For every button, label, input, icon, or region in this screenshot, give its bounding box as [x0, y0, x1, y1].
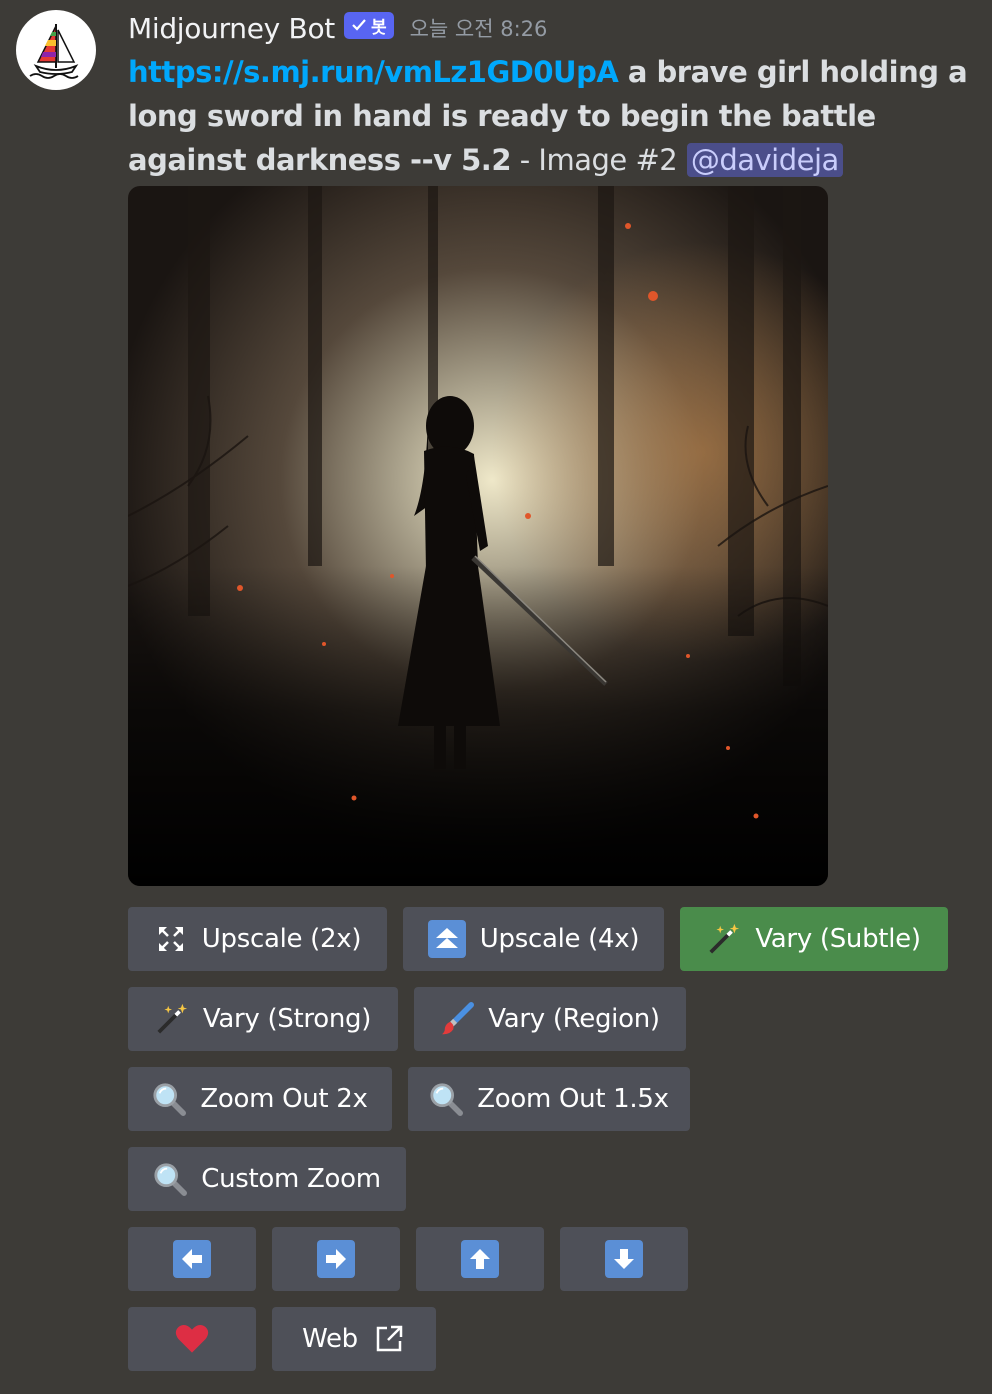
magic-wand-icon [707, 922, 741, 956]
sailboat-logo-icon [29, 24, 79, 79]
upscale-4x-button[interactable]: Upscale (4x) [403, 907, 664, 971]
expand-arrows-icon [154, 922, 188, 956]
arrow-left-icon [173, 1240, 211, 1278]
zoom-out-2x-button[interactable]: Zoom Out 2x [128, 1067, 392, 1131]
vary-strong-label: Vary (Strong) [202, 1004, 372, 1034]
upscale-2x-button[interactable]: Upscale (2x) [128, 907, 387, 971]
upscale-2x-label: Upscale (2x) [201, 924, 362, 954]
vary-strong-button[interactable]: Vary (Strong) [128, 987, 398, 1051]
vary-subtle-label: Vary (Subtle) [755, 924, 921, 954]
magnifying-glass-icon [152, 1082, 187, 1116]
zoom-out-1-5x-button[interactable]: Zoom Out 1.5x [408, 1067, 690, 1131]
pan-up-button[interactable] [416, 1227, 544, 1291]
magic-wand-icon [155, 1002, 189, 1036]
magnifying-glass-icon [429, 1082, 464, 1116]
vary-subtle-button[interactable]: Vary (Subtle) [680, 907, 948, 971]
custom-zoom-button[interactable]: Custom Zoom [128, 1147, 406, 1211]
double-up-arrow-icon [427, 920, 466, 958]
paintbrush-icon [440, 1002, 475, 1036]
user-mention[interactable]: @davideja [686, 143, 843, 177]
generated-image-illustration [128, 186, 828, 886]
arrow-up-icon [461, 1240, 499, 1278]
bot-tag-label: 봇 [370, 17, 387, 38]
generated-image[interactable] [128, 186, 828, 886]
external-link-icon [372, 1322, 406, 1356]
pan-down-button[interactable] [560, 1227, 688, 1291]
upscale-4x-label: Upscale (4x) [479, 924, 640, 954]
separator: - [511, 143, 539, 177]
checkmark-icon [352, 19, 366, 31]
favorite-button[interactable] [128, 1307, 256, 1371]
vary-region-button[interactable]: Vary (Region) [414, 987, 686, 1051]
arrow-down-icon [605, 1240, 643, 1278]
zoom-out-2x-label: Zoom Out 2x [200, 1084, 368, 1114]
zoom-out-1-5x-label: Zoom Out 1.5x [477, 1084, 669, 1114]
pan-right-button[interactable] [272, 1227, 400, 1291]
prompt-link[interactable]: https://s.mj.run/vmLz1GD0UpA [128, 55, 619, 89]
timestamp[interactable]: 오늘 오전 8:26 [410, 13, 548, 43]
web-label: Web [302, 1324, 358, 1354]
pan-left-button[interactable] [128, 1227, 256, 1291]
web-button[interactable]: Web [272, 1307, 436, 1371]
bot-avatar[interactable] [16, 10, 96, 90]
image-label: Image #2 [538, 143, 678, 177]
bot-tag: 봇 [343, 11, 394, 39]
vary-region-label: Vary (Region) [488, 1004, 660, 1034]
heart-icon [175, 1322, 209, 1356]
username[interactable]: Midjourney Bot [128, 12, 335, 45]
magnifying-glass-icon [153, 1162, 188, 1196]
arrow-right-icon [317, 1240, 355, 1278]
message-header: Midjourney Bot 봇 오늘 오전 8:26 [128, 8, 547, 48]
message-content: https://s.mj.run/vmLz1GD0UpA a brave gir… [128, 50, 978, 182]
custom-zoom-label: Custom Zoom [201, 1164, 381, 1194]
